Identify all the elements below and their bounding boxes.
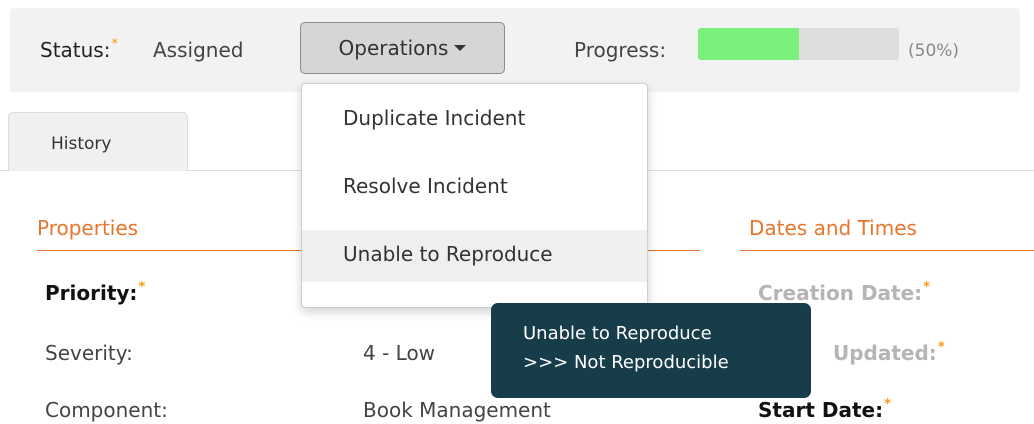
last-updated-label: Updated:* [833, 340, 945, 365]
required-star-icon: * [884, 397, 891, 412]
menu-item-resolve-incident[interactable]: Resolve Incident [302, 162, 647, 214]
operations-dropdown-menu: Duplicate Incident Resolve Incident Unab… [301, 83, 648, 308]
incident-toolbar: Status:* Assigned Operations Progress: (… [10, 8, 1020, 92]
status-label: Status:* [40, 37, 118, 62]
operation-tooltip: Unable to Reproduce >>> Not Reproducible [491, 303, 811, 398]
progress-bar [698, 28, 899, 60]
operations-button[interactable]: Operations [300, 22, 505, 74]
required-star-icon: * [937, 340, 945, 355]
component-value: Book Management [363, 398, 551, 422]
required-star-icon: * [923, 280, 930, 295]
menu-item-unable-to-reproduce[interactable]: Unable to Reproduce [302, 230, 647, 282]
menu-item-duplicate-incident[interactable]: Duplicate Incident [302, 94, 647, 146]
caret-down-icon [454, 45, 467, 51]
progress-percent: (50%) [908, 41, 960, 61]
required-star-icon: * [138, 280, 146, 295]
status-value: Assigned [153, 38, 244, 62]
creation-date-label: Creation Date:* [758, 280, 930, 305]
start-date-label: Start Date:* [758, 397, 891, 422]
required-star-icon: * [111, 37, 118, 52]
priority-label: Priority:* [45, 280, 146, 305]
progress-bar-fill [698, 28, 799, 60]
dates-section-title: Dates and Times [749, 216, 917, 240]
progress-label: Progress: [574, 38, 667, 62]
severity-value: 4 - Low [363, 341, 436, 365]
properties-section-title: Properties [37, 216, 139, 240]
dates-section-rule [740, 250, 1034, 251]
operations-button-label: Operations [338, 36, 449, 60]
tab-history[interactable]: History [8, 112, 188, 171]
component-label: Component: [45, 398, 168, 422]
tooltip-line-1: Unable to Reproduce [523, 323, 712, 344]
tooltip-line-2: >>> Not Reproducible [523, 352, 729, 373]
severity-label: Severity: [45, 341, 133, 365]
